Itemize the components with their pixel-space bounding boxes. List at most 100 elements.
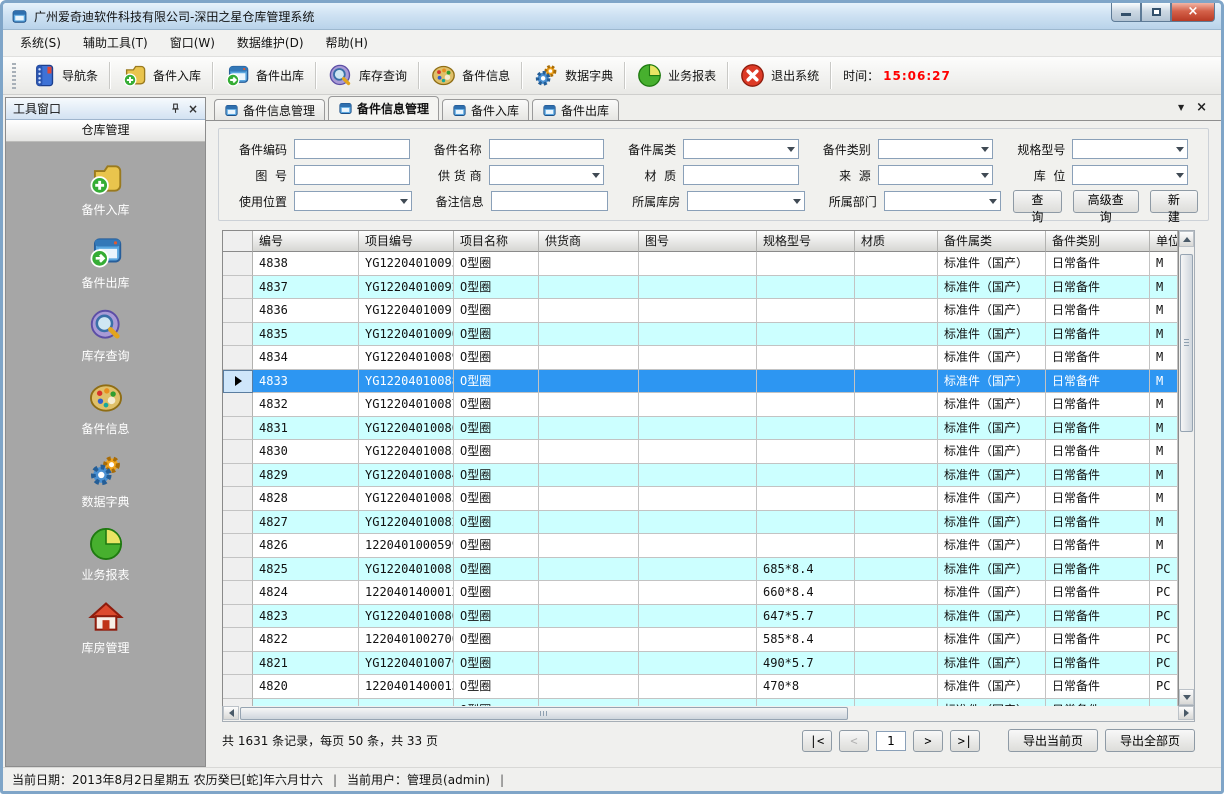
- table-row[interactable]: 48201220401400013O型圈470*8标准件（国产）日常备件PC: [223, 675, 1178, 699]
- table-row[interactable]: 4831YG12204010086O型圈标准件（国产）日常备件M: [223, 417, 1178, 441]
- vertical-scrollbar[interactable]: [1178, 230, 1195, 706]
- table-row[interactable]: 4836YG12204010091O型圈标准件（国产）日常备件M: [223, 299, 1178, 323]
- table-row[interactable]: 4832YG12204010087O型圈标准件（国产）日常备件M: [223, 393, 1178, 417]
- menu-item-window[interactable]: 窗口(W): [159, 32, 226, 54]
- toolbar-button-nav-bar[interactable]: 导航条: [21, 60, 107, 92]
- column-header-supplier[interactable]: 供货商: [539, 231, 639, 252]
- table-row[interactable]: 4825YG12204010081O型圈685*8.4标准件（国产）日常备件PC: [223, 558, 1178, 582]
- horizontal-scroll-thumb[interactable]: [240, 707, 848, 720]
- scroll-right-icon[interactable]: [1178, 706, 1194, 720]
- usage-position-select[interactable]: [294, 191, 412, 211]
- scroll-down-icon[interactable]: [1179, 689, 1194, 705]
- spec-model-select[interactable]: [1072, 139, 1188, 159]
- table-row[interactable]: 4830YG12204010085O型圈标准件（国产）日常备件M: [223, 440, 1178, 464]
- toolbar-button-data-dict[interactable]: 数据字典: [524, 60, 622, 92]
- column-header-project-name[interactable]: 项目名称: [454, 231, 539, 252]
- advanced-query-button[interactable]: 高级查询: [1073, 190, 1139, 213]
- material-input[interactable]: [683, 165, 799, 185]
- tab-close-icon[interactable]: ×: [1196, 101, 1207, 114]
- toolbar-button-exit-system[interactable]: 退出系统: [730, 60, 828, 92]
- toolbar-button-part-inbound[interactable]: 备件入库: [112, 60, 210, 92]
- vertical-scroll-track[interactable]: [1179, 247, 1194, 689]
- tab-part-info-mgmt-1[interactable]: 备件信息管理: [214, 99, 325, 120]
- minimize-button[interactable]: [1111, 3, 1141, 22]
- department-select[interactable]: [884, 191, 1002, 211]
- toolbar-button-biz-report[interactable]: 业务报表: [627, 60, 725, 92]
- column-header-material[interactable]: 材质: [855, 231, 938, 252]
- sidebar-group-warehouse[interactable]: 仓库管理: [6, 120, 205, 142]
- tab-part-outbound[interactable]: 备件出库: [532, 99, 619, 120]
- menu-item-data-maintenance[interactable]: 数据维护(D): [226, 32, 315, 54]
- tab-part-info-mgmt-2[interactable]: 备件信息管理: [328, 96, 439, 120]
- export-all-pages-button[interactable]: 导出全部页: [1105, 729, 1195, 752]
- menu-item-aux-tools[interactable]: 辅助工具(T): [72, 32, 159, 54]
- next-page-button[interactable]: >: [913, 730, 943, 752]
- page-number-input[interactable]: [876, 731, 906, 751]
- menu-item-help[interactable]: 帮助(H): [315, 32, 379, 54]
- sidebar-item-stock-query[interactable]: 库存查询: [6, 306, 205, 364]
- column-header-unit[interactable]: 单位: [1150, 231, 1178, 252]
- tab-part-inbound[interactable]: 备件入库: [442, 99, 529, 120]
- toolbar-button-stock-query[interactable]: 库存查询: [318, 60, 416, 92]
- sidebar-item-biz-report[interactable]: 业务报表: [6, 525, 205, 583]
- column-header-part-category[interactable]: 备件属类: [938, 231, 1046, 252]
- part-name-input[interactable]: [489, 139, 605, 159]
- remark-input[interactable]: [491, 191, 609, 211]
- horizontal-scroll-track[interactable]: [239, 706, 1178, 721]
- maximize-button[interactable]: [1141, 3, 1171, 22]
- column-header-spec-model[interactable]: 规格型号: [757, 231, 855, 252]
- column-header-project-no[interactable]: 项目编号: [359, 231, 454, 252]
- location-select[interactable]: [1072, 165, 1188, 185]
- menu-item-system[interactable]: 系统(S): [9, 32, 72, 54]
- scroll-left-icon[interactable]: [223, 706, 239, 720]
- table-row[interactable]: 4827YG12204010082O型圈标准件（国产）日常备件M: [223, 511, 1178, 535]
- table-row[interactable]: 4838YG12204010093O型圈标准件（国产）日常备件M: [223, 252, 1178, 276]
- horizontal-scrollbar[interactable]: [222, 706, 1195, 722]
- sidebar-item-warehouse-mgmt[interactable]: 库房管理: [6, 598, 205, 656]
- table-row[interactable]: 48241220401400012O型圈660*8.4标准件（国产）日常备件PC: [223, 581, 1178, 605]
- table-row[interactable]: 4828YG12204010083O型圈标准件（国产）日常备件M: [223, 487, 1178, 511]
- row-indicator-cell: [223, 605, 253, 629]
- source-select[interactable]: [878, 165, 994, 185]
- drawing-no-input[interactable]: [294, 165, 410, 185]
- new-button[interactable]: 新建: [1150, 190, 1198, 213]
- first-page-button[interactable]: |<: [802, 730, 832, 752]
- column-header-part-type[interactable]: 备件类别: [1046, 231, 1150, 252]
- table-row[interactable]: 48221220401002700O型圈585*8.4标准件（国产）日常备件PC: [223, 628, 1178, 652]
- sidebar-item-part-outbound[interactable]: 备件出库: [6, 233, 205, 291]
- table-row[interactable]: 4829YG12204010084O型圈标准件（国产）日常备件M: [223, 464, 1178, 488]
- sidebar-item-part-inbound[interactable]: 备件入库: [6, 160, 205, 218]
- last-page-button[interactable]: >|: [950, 730, 980, 752]
- sidebar-item-data-dict[interactable]: 数据字典: [6, 452, 205, 510]
- close-button[interactable]: ×: [1171, 3, 1215, 22]
- prev-page-button[interactable]: <: [839, 730, 869, 752]
- tab-list-dropdown-icon[interactable]: ▼: [1178, 103, 1184, 112]
- table-row[interactable]: 4835YG12204010090O型圈标准件（国产）日常备件M: [223, 323, 1178, 347]
- part-name-label: 备件名称: [422, 141, 482, 158]
- column-header-no[interactable]: 编号: [253, 231, 359, 252]
- export-current-page-button[interactable]: 导出当前页: [1008, 729, 1098, 752]
- warehouse-select[interactable]: [687, 191, 805, 211]
- vertical-scroll-thumb[interactable]: [1180, 254, 1193, 432]
- toolbar-button-part-outbound[interactable]: 备件出库: [215, 60, 313, 92]
- query-button[interactable]: 查询: [1013, 190, 1061, 213]
- toolbar-button-part-info[interactable]: 备件信息: [421, 60, 519, 92]
- column-header-drawing-no[interactable]: 图号: [639, 231, 757, 252]
- table-row[interactable]: 4833YG12204010088O型圈标准件（国产）日常备件M: [223, 370, 1178, 394]
- table-row[interactable]: 4821YG12204010079O型圈490*5.7标准件（国产）日常备件PC: [223, 652, 1178, 676]
- table-row[interactable]: O型圈标准件（国产）日常备件: [223, 699, 1178, 707]
- table-row[interactable]: 4834YG12204010089O型圈标准件（国产）日常备件M: [223, 346, 1178, 370]
- table-row[interactable]: 4837YG12204010092O型圈标准件（国产）日常备件M: [223, 276, 1178, 300]
- toolbar-grip[interactable]: [12, 63, 16, 89]
- sidebar-item-part-info[interactable]: 备件信息: [6, 379, 205, 437]
- table-row[interactable]: 48261220401000599O型圈标准件（国产）日常备件M: [223, 534, 1178, 558]
- table-cell: 日常备件: [1046, 558, 1150, 582]
- part-code-input[interactable]: [294, 139, 410, 159]
- pin-icon[interactable]: [170, 103, 181, 114]
- supplier-select[interactable]: [489, 165, 605, 185]
- panel-close-icon[interactable]: ×: [188, 103, 198, 115]
- table-row[interactable]: 4823YG12204010080O型圈647*5.7标准件（国产）日常备件PC: [223, 605, 1178, 629]
- part-type-select[interactable]: [878, 139, 994, 159]
- scroll-up-icon[interactable]: [1179, 231, 1194, 247]
- part-category-select[interactable]: [683, 139, 799, 159]
